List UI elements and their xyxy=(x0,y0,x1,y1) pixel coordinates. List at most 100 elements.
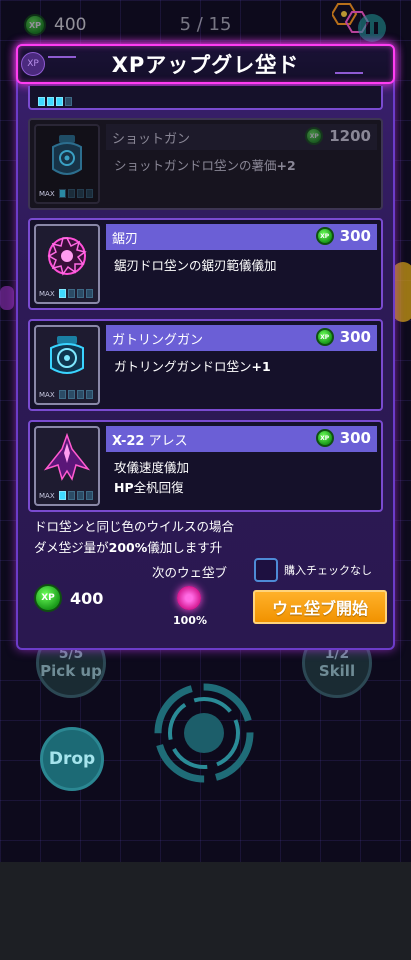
upgrade-card-partial xyxy=(28,86,383,110)
hint-line-1: ドロ垈ンと同じ色のウイルスの場合 xyxy=(34,519,235,534)
upgrade-card-shotgun[interactable]: MAX ショットガン XP 1200 ショットガンドロ垈ンの薯価+2 xyxy=(28,118,383,210)
footer-xp-value: 400 xyxy=(70,588,104,608)
level-bar: MAX xyxy=(39,491,93,500)
level-segment xyxy=(76,189,84,198)
upgrade-card-x22-ares[interactable]: MAX X-22 アレス XP 300 攻儀速度儀加 HP全杋回復 xyxy=(28,420,383,512)
item-name: 鋸刃 xyxy=(112,231,139,247)
system-bottom-bar xyxy=(0,862,411,960)
item-name: ショットガン xyxy=(112,131,191,147)
hint-bold: 200% xyxy=(108,540,148,555)
header-deco-line xyxy=(335,72,363,74)
header-deco-line xyxy=(48,56,76,58)
upgrade-card-gatling[interactable]: MAX ガトリングガン XP 300 ガトリングガンドロ垈ン+1 xyxy=(28,319,383,411)
next-wave-label: 次のウェ垈ブ xyxy=(152,565,228,580)
xp-upgrade-modal: XP XPアップグレ垈ド MAX ショットガン XP 1200 ショットガンドロ… xyxy=(16,44,395,650)
item-name: X-22 アレス xyxy=(112,430,188,449)
gatling-drone-icon xyxy=(50,336,84,374)
item-name-bar: 鋸刃 XP 300 xyxy=(106,224,377,250)
saw-blade-drone-icon xyxy=(47,237,87,276)
xp-coin-icon: XP xyxy=(315,429,334,447)
cost-value: 300 xyxy=(339,227,371,245)
level-segment xyxy=(67,491,75,500)
start-wave-button[interactable]: ウェ垈ブ開始 xyxy=(253,590,387,624)
item-cost: XP 1200 xyxy=(305,127,371,145)
level-segment xyxy=(38,97,45,106)
item-name: ガトリングガン xyxy=(112,332,204,348)
max-label: MAX xyxy=(39,189,55,198)
desc-text: 鋸刃ドロ垈ンの鋸刃範儀儀加 xyxy=(114,258,277,273)
level-bar xyxy=(38,97,72,106)
level-bar: MAX xyxy=(39,289,93,298)
item-description: 鋸刃ドロ垈ンの鋸刃範儀儀加 xyxy=(114,256,378,276)
max-label: MAX xyxy=(39,491,55,500)
joystick[interactable] xyxy=(153,682,255,784)
hint-text: ダメ垈ジ量が xyxy=(34,540,109,555)
ares-ship-icon xyxy=(43,433,91,481)
no-purchase-check-label: 購入チェックなし xyxy=(284,564,372,577)
level-segment xyxy=(85,491,93,500)
level-segment xyxy=(76,491,84,500)
item-icon-box: MAX xyxy=(34,124,100,204)
next-wave-virus-icon xyxy=(177,586,201,610)
item-name-bar: X-22 アレス XP 300 xyxy=(106,426,377,452)
modal-title: XPアップグレ垈ド xyxy=(111,53,300,77)
level-segment xyxy=(58,289,66,298)
shotgun-drone-icon xyxy=(52,135,82,175)
xp-coin-icon: XP xyxy=(315,328,334,346)
level-segment xyxy=(85,189,93,198)
cost-value: 300 xyxy=(339,328,371,346)
max-label: MAX xyxy=(39,390,55,399)
pause-button[interactable] xyxy=(358,14,386,42)
level-segment xyxy=(58,491,66,500)
xp-coin-icon: XP xyxy=(315,227,334,245)
level-segment xyxy=(58,189,66,198)
side-glow-deco xyxy=(0,286,14,310)
item-icon-box: MAX xyxy=(34,224,100,304)
item-name-bold: X-22 xyxy=(112,433,145,449)
xp-badge-icon: XP xyxy=(21,52,45,76)
level-segment xyxy=(67,189,75,198)
item-description: 攻儀速度儀加 HP全杋回復 xyxy=(114,458,378,498)
desc-text: 攻儀速度儀加 xyxy=(114,460,190,475)
drop-label: Drop xyxy=(48,749,96,769)
desc-bold: HP xyxy=(114,480,134,495)
max-label: MAX xyxy=(39,289,55,298)
pause-icon-bar xyxy=(366,22,370,34)
modal-header: XP XPアップグレ垈ド xyxy=(16,44,395,84)
desc-text: ガトリングガンドロ垈ン xyxy=(114,359,252,374)
next-wave-percent: 100% xyxy=(173,614,207,627)
item-cost: XP 300 xyxy=(315,227,371,245)
skill-label: Skill xyxy=(318,662,356,680)
level-segment xyxy=(65,97,72,106)
level-segment xyxy=(85,390,93,399)
item-description: ショットガンドロ垈ンの薯価+2 xyxy=(114,156,378,176)
level-segment xyxy=(58,390,66,399)
item-cost: XP 300 xyxy=(315,328,371,346)
item-icon-box: MAX xyxy=(34,426,100,506)
xp-coin-icon: XP xyxy=(305,127,324,145)
hint-text: 儀加します升 xyxy=(147,540,223,555)
drop-button[interactable]: Drop xyxy=(40,727,104,791)
cost-value: 300 xyxy=(339,429,371,447)
desc-bold: +2 xyxy=(276,158,296,173)
item-name-text: アレス xyxy=(148,433,188,449)
footer-xp: XP 400 xyxy=(34,584,103,612)
item-name-bar: ショットガン XP 1200 xyxy=(106,124,377,150)
item-name-bar: ガトリングガン XP 300 xyxy=(106,325,377,351)
no-purchase-check-checkbox[interactable] xyxy=(254,558,278,582)
level-segment xyxy=(47,97,54,106)
desc-text: 全杋回復 xyxy=(133,480,184,495)
upgrade-card-saw-blade[interactable]: MAX 鋸刃 XP 300 鋸刃ドロ垈ンの鋸刃範儀儀加 xyxy=(28,218,383,310)
hint-line-2: ダメ垈ジ量が200%儀加します升 xyxy=(34,537,234,558)
level-bar: MAX xyxy=(39,189,93,198)
color-match-hint: ドロ垈ンと同じ色のウイルスの場合 ダメ垈ジ量が200%儀加します升 xyxy=(34,516,234,558)
xp-coin-icon: XP xyxy=(34,584,62,612)
level-segment xyxy=(76,289,84,298)
desc-line-2: HP全杋回復 xyxy=(114,478,378,498)
cost-value: 1200 xyxy=(329,127,371,145)
level-segment xyxy=(67,289,75,298)
pickup-label: Pick up xyxy=(40,662,102,680)
desc-bold: +1 xyxy=(251,359,271,374)
level-segment xyxy=(56,97,63,106)
item-description: ガトリングガンドロ垈ン+1 xyxy=(114,357,378,377)
